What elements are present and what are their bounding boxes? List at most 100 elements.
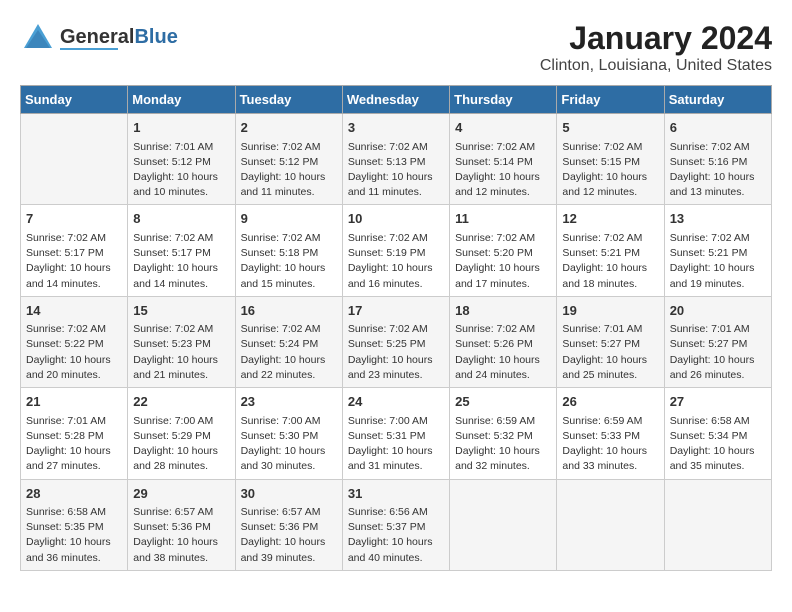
daylight-text: Daylight: 10 hours and 40 minutes. — [348, 535, 444, 565]
calendar-cell — [21, 114, 128, 205]
calendar-cell — [450, 479, 557, 570]
sunset-text: Sunset: 5:16 PM — [670, 155, 766, 170]
day-number: 29 — [133, 484, 229, 504]
sunrise-text: Sunrise: 7:02 AM — [455, 231, 551, 246]
day-number: 19 — [562, 301, 658, 321]
cell-content: Sunrise: 7:02 AMSunset: 5:17 PMDaylight:… — [133, 231, 229, 292]
col-saturday: Saturday — [664, 86, 771, 114]
logo: GeneralBlue — [20, 20, 178, 56]
daylight-text: Daylight: 10 hours and 31 minutes. — [348, 444, 444, 474]
daylight-text: Daylight: 10 hours and 23 minutes. — [348, 353, 444, 383]
sunset-text: Sunset: 5:18 PM — [241, 246, 337, 261]
daylight-text: Daylight: 10 hours and 18 minutes. — [562, 261, 658, 291]
sunset-text: Sunset: 5:12 PM — [133, 155, 229, 170]
calendar-cell: 11Sunrise: 7:02 AMSunset: 5:20 PMDayligh… — [450, 205, 557, 296]
sunset-text: Sunset: 5:19 PM — [348, 246, 444, 261]
cell-content: Sunrise: 7:02 AMSunset: 5:16 PMDaylight:… — [670, 140, 766, 201]
cell-content: Sunrise: 7:02 AMSunset: 5:15 PMDaylight:… — [562, 140, 658, 201]
sunrise-text: Sunrise: 7:02 AM — [133, 231, 229, 246]
sunset-text: Sunset: 5:14 PM — [455, 155, 551, 170]
calendar-cell: 27Sunrise: 6:58 AMSunset: 5:34 PMDayligh… — [664, 388, 771, 479]
sunrise-text: Sunrise: 7:02 AM — [26, 231, 122, 246]
sunset-text: Sunset: 5:27 PM — [562, 337, 658, 352]
logo-blue: Blue — [134, 26, 177, 48]
calendar-cell: 9Sunrise: 7:02 AMSunset: 5:18 PMDaylight… — [235, 205, 342, 296]
day-number: 18 — [455, 301, 551, 321]
cell-content: Sunrise: 7:01 AMSunset: 5:27 PMDaylight:… — [562, 322, 658, 383]
day-number: 21 — [26, 392, 122, 412]
sunrise-text: Sunrise: 6:56 AM — [348, 505, 444, 520]
calendar-cell: 4Sunrise: 7:02 AMSunset: 5:14 PMDaylight… — [450, 114, 557, 205]
sunset-text: Sunset: 5:21 PM — [670, 246, 766, 261]
calendar-cell: 2Sunrise: 7:02 AMSunset: 5:12 PMDaylight… — [235, 114, 342, 205]
sunrise-text: Sunrise: 7:02 AM — [348, 322, 444, 337]
daylight-text: Daylight: 10 hours and 12 minutes. — [455, 170, 551, 200]
day-number: 24 — [348, 392, 444, 412]
col-tuesday: Tuesday — [235, 86, 342, 114]
day-number: 3 — [348, 118, 444, 138]
sunset-text: Sunset: 5:17 PM — [133, 246, 229, 261]
daylight-text: Daylight: 10 hours and 12 minutes. — [562, 170, 658, 200]
daylight-text: Daylight: 10 hours and 27 minutes. — [26, 444, 122, 474]
sunrise-text: Sunrise: 7:02 AM — [670, 231, 766, 246]
page-header: GeneralBlue January 2024 Clinton, Louisi… — [20, 20, 772, 75]
sunset-text: Sunset: 5:17 PM — [26, 246, 122, 261]
calendar-cell: 23Sunrise: 7:00 AMSunset: 5:30 PMDayligh… — [235, 388, 342, 479]
calendar-cell: 29Sunrise: 6:57 AMSunset: 5:36 PMDayligh… — [128, 479, 235, 570]
daylight-text: Daylight: 10 hours and 13 minutes. — [670, 170, 766, 200]
day-number: 30 — [241, 484, 337, 504]
sunset-text: Sunset: 5:15 PM — [562, 155, 658, 170]
sunrise-text: Sunrise: 7:02 AM — [133, 322, 229, 337]
sunrise-text: Sunrise: 7:02 AM — [241, 231, 337, 246]
sunrise-text: Sunrise: 7:01 AM — [133, 140, 229, 155]
calendar-table: Sunday Monday Tuesday Wednesday Thursday… — [20, 85, 772, 571]
title-block: January 2024 Clinton, Louisiana, United … — [540, 20, 772, 75]
cell-content: Sunrise: 6:58 AMSunset: 5:35 PMDaylight:… — [26, 505, 122, 566]
sunrise-text: Sunrise: 7:02 AM — [562, 140, 658, 155]
calendar-cell: 6Sunrise: 7:02 AMSunset: 5:16 PMDaylight… — [664, 114, 771, 205]
calendar-cell: 16Sunrise: 7:02 AMSunset: 5:24 PMDayligh… — [235, 296, 342, 387]
sunset-text: Sunset: 5:36 PM — [133, 520, 229, 535]
sunset-text: Sunset: 5:32 PM — [455, 429, 551, 444]
sunrise-text: Sunrise: 7:02 AM — [670, 140, 766, 155]
calendar-cell: 3Sunrise: 7:02 AMSunset: 5:13 PMDaylight… — [342, 114, 449, 205]
cell-content: Sunrise: 7:02 AMSunset: 5:26 PMDaylight:… — [455, 322, 551, 383]
daylight-text: Daylight: 10 hours and 35 minutes. — [670, 444, 766, 474]
calendar-cell: 7Sunrise: 7:02 AMSunset: 5:17 PMDaylight… — [21, 205, 128, 296]
day-number: 20 — [670, 301, 766, 321]
sunset-text: Sunset: 5:12 PM — [241, 155, 337, 170]
sunset-text: Sunset: 5:29 PM — [133, 429, 229, 444]
calendar-cell: 15Sunrise: 7:02 AMSunset: 5:23 PMDayligh… — [128, 296, 235, 387]
cell-content: Sunrise: 7:02 AMSunset: 5:14 PMDaylight:… — [455, 140, 551, 201]
daylight-text: Daylight: 10 hours and 11 minutes. — [348, 170, 444, 200]
sunrise-text: Sunrise: 7:02 AM — [26, 322, 122, 337]
sunset-text: Sunset: 5:24 PM — [241, 337, 337, 352]
daylight-text: Daylight: 10 hours and 20 minutes. — [26, 353, 122, 383]
sunset-text: Sunset: 5:26 PM — [455, 337, 551, 352]
sunrise-text: Sunrise: 7:00 AM — [133, 414, 229, 429]
sunset-text: Sunset: 5:28 PM — [26, 429, 122, 444]
calendar-cell: 31Sunrise: 6:56 AMSunset: 5:37 PMDayligh… — [342, 479, 449, 570]
day-number: 1 — [133, 118, 229, 138]
daylight-text: Daylight: 10 hours and 21 minutes. — [133, 353, 229, 383]
calendar-cell: 28Sunrise: 6:58 AMSunset: 5:35 PMDayligh… — [21, 479, 128, 570]
sunrise-text: Sunrise: 7:02 AM — [348, 231, 444, 246]
calendar-cell: 18Sunrise: 7:02 AMSunset: 5:26 PMDayligh… — [450, 296, 557, 387]
day-number: 12 — [562, 209, 658, 229]
calendar-week-0: 1Sunrise: 7:01 AMSunset: 5:12 PMDaylight… — [21, 114, 772, 205]
cell-content: Sunrise: 6:58 AMSunset: 5:34 PMDaylight:… — [670, 414, 766, 475]
sunrise-text: Sunrise: 7:00 AM — [241, 414, 337, 429]
sunset-text: Sunset: 5:20 PM — [455, 246, 551, 261]
col-sunday: Sunday — [21, 86, 128, 114]
calendar-week-2: 14Sunrise: 7:02 AMSunset: 5:22 PMDayligh… — [21, 296, 772, 387]
cell-content: Sunrise: 7:02 AMSunset: 5:21 PMDaylight:… — [670, 231, 766, 292]
sunset-text: Sunset: 5:25 PM — [348, 337, 444, 352]
logo-icon — [20, 20, 56, 56]
calendar-cell: 14Sunrise: 7:02 AMSunset: 5:22 PMDayligh… — [21, 296, 128, 387]
daylight-text: Daylight: 10 hours and 10 minutes. — [133, 170, 229, 200]
cell-content: Sunrise: 7:02 AMSunset: 5:21 PMDaylight:… — [562, 231, 658, 292]
page-title: January 2024 — [540, 20, 772, 57]
calendar-cell: 22Sunrise: 7:00 AMSunset: 5:29 PMDayligh… — [128, 388, 235, 479]
sunset-text: Sunset: 5:33 PM — [562, 429, 658, 444]
sunrise-text: Sunrise: 6:58 AM — [670, 414, 766, 429]
